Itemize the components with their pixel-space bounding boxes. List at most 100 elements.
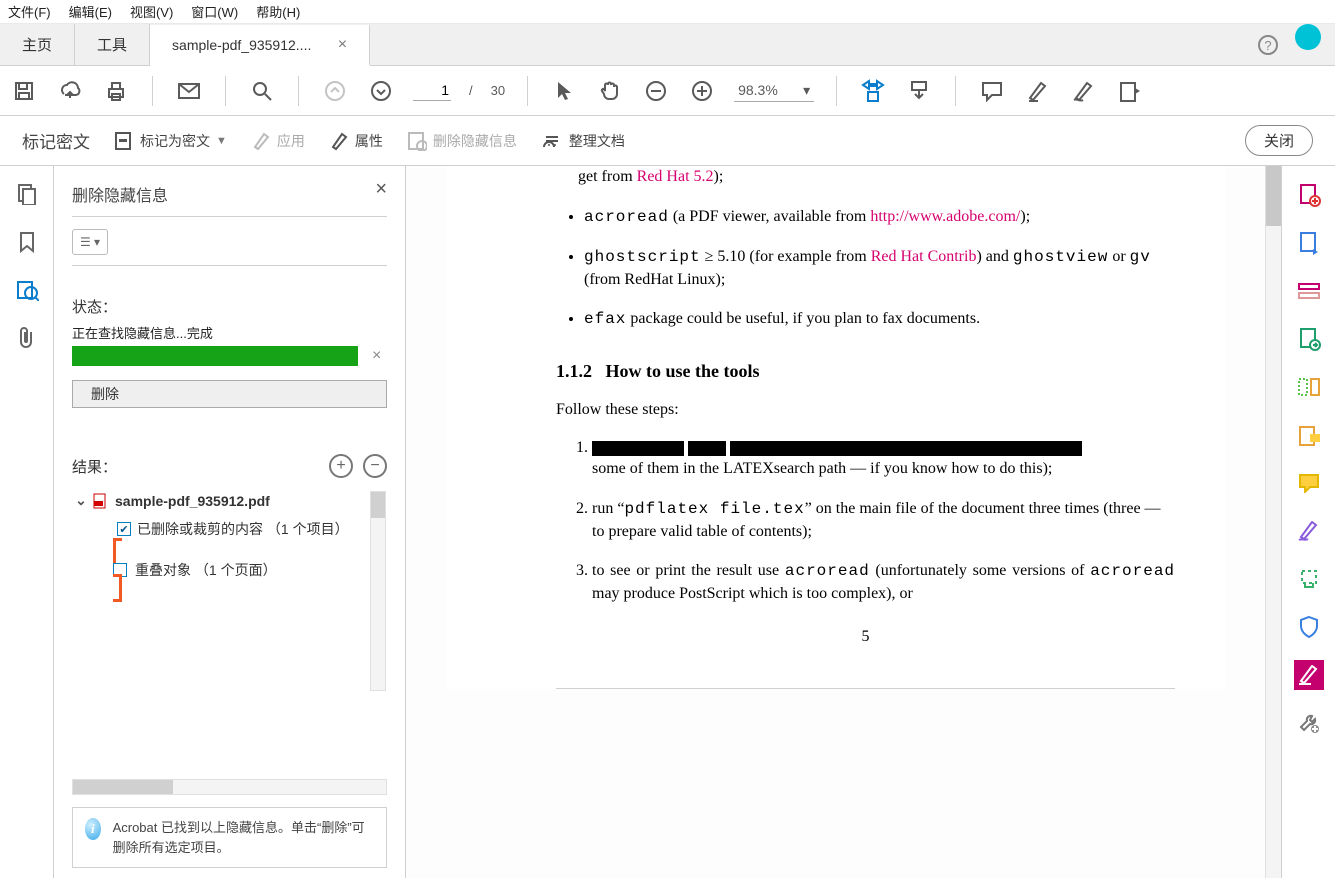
sidepanel-title: 删除隐藏信息 [72,182,387,206]
print-icon[interactable] [102,77,130,105]
menu-help[interactable]: 帮助(H) [256,2,300,21]
cloud-upload-icon[interactable] [56,77,84,105]
remove-hidden-info[interactable]: 删除隐藏信息 [407,131,517,151]
result-deleted-label: 已删除或裁剪的内容 （1 个项目） [137,519,349,539]
mark-for-redaction[interactable]: 标记为密文▼ [114,131,227,151]
toolbar: / 30 98.3% ▾ [0,66,1335,116]
step-2: run “pdflatex file.tex” on the main file… [592,498,1175,542]
left-rail [0,166,54,878]
export-pdf-icon[interactable] [1294,228,1324,258]
result-overlap-highlight: 重叠对象 （1 个页面） [113,538,386,602]
delete-button[interactable]: 删除 [72,380,387,408]
document-area: get from Red Hat 5.2); acroread (a PDF v… [406,166,1281,878]
tab-document[interactable]: sample-pdf_935912.... × [150,25,370,66]
redacted-block [730,441,1082,456]
mail-icon[interactable] [175,77,203,105]
compare-files-icon[interactable] [1294,372,1324,402]
page-number-input[interactable] [413,80,451,101]
page-total: 30 [491,83,505,98]
results-tree: ⌄ sample-pdf_935912.pdf ✔ 已删除或裁剪的内容 （1 个… [72,486,387,597]
more-tools-icon[interactable] [1294,708,1324,738]
chevron-down-icon: ▾ [803,82,810,99]
result-file-row[interactable]: ⌄ sample-pdf_935912.pdf [73,487,386,514]
document-pane[interactable]: get from Red Hat 5.2); acroread (a PDF v… [406,166,1265,878]
comment-icon[interactable] [978,77,1006,105]
result-overlap-row[interactable]: 重叠对象 （1 个页面） [113,560,386,580]
chevron-down-icon: ▼ [216,135,227,147]
protect-icon[interactable] [1294,612,1324,642]
zoom-out-icon[interactable] [642,77,670,105]
zoom-value: 98.3% [738,82,778,98]
fit-page-icon[interactable] [905,77,933,105]
checkbox-checked-icon[interactable]: ✔ [117,522,131,536]
find-icon[interactable] [248,77,276,105]
redacted-block [592,441,684,456]
menu-edit[interactable]: 编辑(E) [69,2,112,21]
view-options[interactable]: ☰ ▾ [72,229,108,255]
avatar[interactable] [1295,24,1321,50]
tab-home[interactable]: 主页 [0,24,75,65]
document-scrollbar-vertical[interactable] [1265,166,1281,878]
step-3: to see or print the result use acroread … [592,560,1175,604]
link-redhat-contrib[interactable]: Red Hat Contrib [871,248,977,265]
create-pdf-icon[interactable] [1294,180,1324,210]
page-up-icon[interactable] [321,77,349,105]
combine-files-icon[interactable] [1294,324,1324,354]
redaction-properties[interactable]: 属性 [329,131,383,151]
collapse-all-icon[interactable]: − [363,454,387,478]
hand-icon[interactable] [596,77,624,105]
tabstrip: 主页 工具 sample-pdf_935912.... × ? [0,24,1335,66]
result-file-name: sample-pdf_935912.pdf [115,493,270,509]
checkbox-unchecked-icon[interactable] [113,563,127,577]
status-text: 正在查找隐藏信息...完成 [72,323,387,342]
thumbnails-icon[interactable] [15,182,39,206]
status-label: 状态： [72,296,387,317]
expand-all-icon[interactable]: + [329,454,353,478]
remove-hidden-rail-icon[interactable] [15,278,39,302]
redacted-block [688,441,726,456]
results-scrollbar-vertical[interactable] [370,491,386,691]
info-icon: i [85,818,101,840]
svg-text:?: ? [1264,38,1271,53]
cancel-scan-icon[interactable]: × [372,347,381,365]
sign-tool-icon[interactable] [1294,516,1324,546]
close-redactbar-button[interactable]: 关闭 [1245,125,1313,156]
page-separator: / [469,83,473,98]
close-tab-icon[interactable]: × [338,36,347,54]
menubar: 文件(F) 编辑(E) 视图(V) 窗口(W) 帮助(H) [0,0,1335,24]
apply-redactions[interactable]: 应用 [251,131,305,151]
redactbar: 标记密文 标记为密文▼ 应用 属性 删除隐藏信息 整理文档 关闭 [0,116,1335,166]
zoom-level[interactable]: 98.3% ▾ [734,80,814,102]
tab-tools[interactable]: 工具 [75,24,150,65]
sticky-note-icon[interactable] [1294,468,1324,498]
results-scrollbar-horizontal[interactable] [72,779,387,795]
help-icon[interactable]: ? [1255,24,1281,65]
stamp-tool-icon[interactable] [1294,564,1324,594]
draw-icon[interactable] [1070,77,1098,105]
attachments-icon[interactable] [15,326,39,350]
sidepanel: 删除隐藏信息 × ☰ ▾ 状态： 正在查找隐藏信息...完成 × 删除 结果： … [54,166,406,878]
erase-icon[interactable] [1116,77,1144,105]
edit-pdf-icon[interactable] [1294,276,1324,306]
menu-window[interactable]: 窗口(W) [191,2,238,21]
bookmarks-icon[interactable] [15,230,39,254]
chevron-down-icon: ⌄ [75,492,87,509]
highlight-icon[interactable] [1024,77,1052,105]
menu-view[interactable]: 视图(V) [130,2,173,21]
menu-file[interactable]: 文件(F) [8,2,51,21]
comment-tool-icon[interactable] [1294,420,1324,450]
redactbar-title: 标记密文 [22,128,90,153]
redact-tool-icon[interactable] [1294,660,1324,690]
page-down-icon[interactable] [367,77,395,105]
link-redhat52[interactable]: Red Hat 5.2 [637,168,714,185]
fit-width-icon[interactable] [859,77,887,105]
page-footer-number: 5 [556,626,1175,648]
organize-document[interactable]: 整理文档 [541,131,625,151]
tab-document-label: sample-pdf_935912.... [172,37,311,53]
link-adobe[interactable]: http://www.adobe.com/ [870,208,1020,225]
zoom-in-icon[interactable] [688,77,716,105]
follow-steps: Follow these steps: [556,399,1175,421]
save-icon[interactable] [10,77,38,105]
close-panel-icon[interactable]: × [375,178,387,201]
pointer-icon[interactable] [550,77,578,105]
